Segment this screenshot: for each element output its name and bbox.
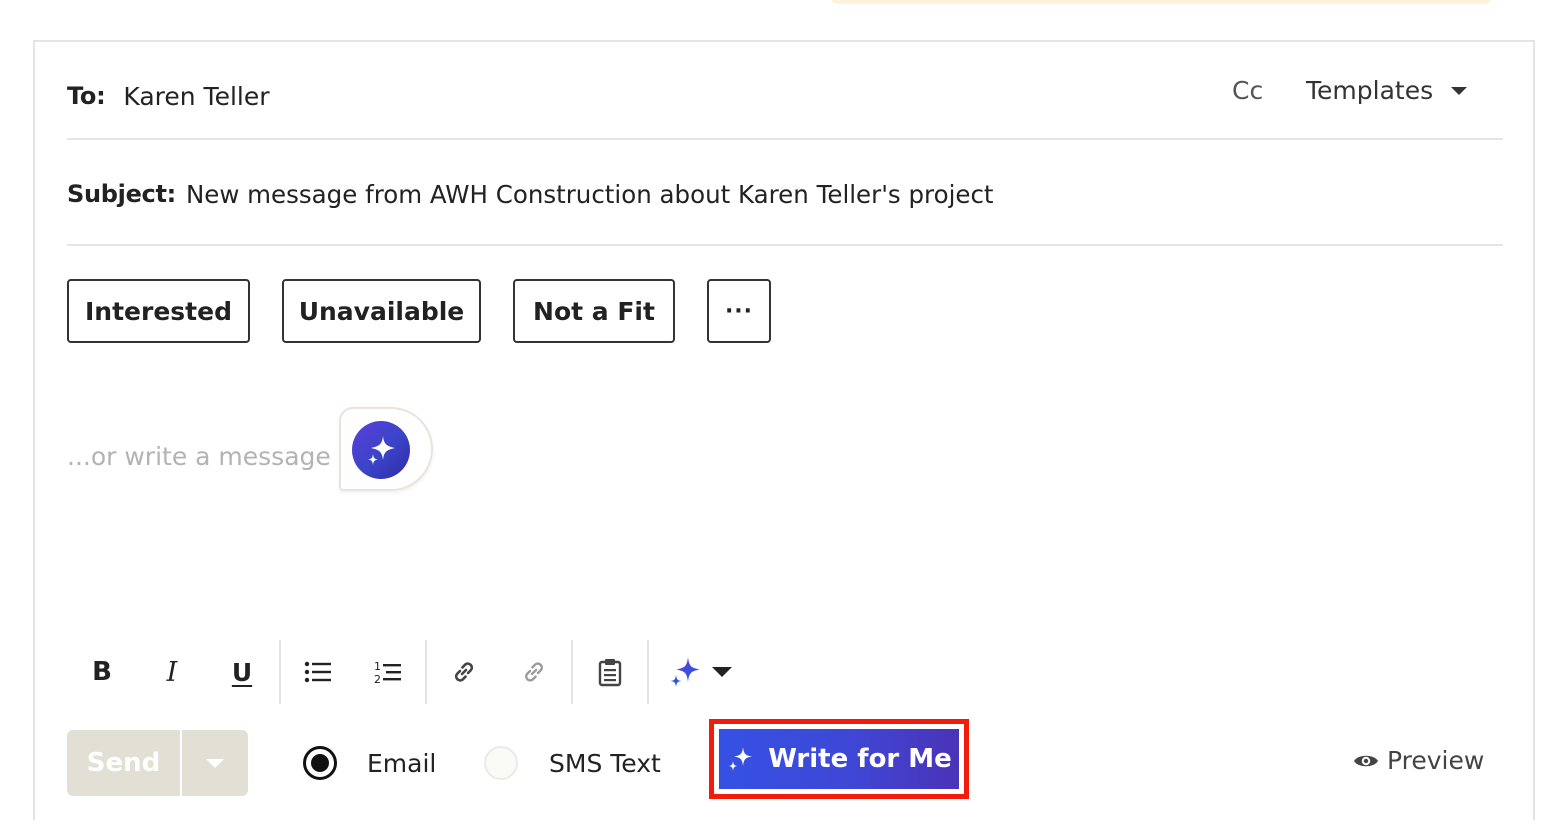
formatting-toolbar: B I U 1 2 <box>67 640 749 704</box>
underline-button[interactable]: U <box>207 640 277 704</box>
bulleted-list-button[interactable] <box>283 640 353 704</box>
preview-button[interactable]: Preview <box>1353 746 1484 775</box>
channel-email-option[interactable]: Email <box>303 746 436 780</box>
send-button[interactable]: Send <box>67 730 180 796</box>
quick-reply-interested[interactable]: Interested <box>67 279 250 343</box>
svg-text:1: 1 <box>374 660 381 673</box>
templates-dropdown[interactable]: Templates <box>1306 76 1468 105</box>
templates-label: Templates <box>1306 76 1434 105</box>
to-recipient[interactable]: Karen Teller <box>123 82 269 111</box>
divider <box>67 138 1503 140</box>
toolbar-divider <box>279 640 281 704</box>
insert-link-button[interactable] <box>429 640 499 704</box>
remove-link-button[interactable] <box>499 640 569 704</box>
unlink-icon <box>525 662 543 682</box>
subject-field[interactable]: New message from AWH Construction about … <box>186 180 994 209</box>
sparkle-icon <box>670 657 700 687</box>
email-radio[interactable] <box>303 746 337 780</box>
italic-button[interactable]: I <box>137 640 207 704</box>
chevron-down-icon <box>1451 86 1468 95</box>
quick-reply-unavailable[interactable]: Unavailable <box>282 279 481 343</box>
ai-tools-dropdown[interactable] <box>651 640 749 704</box>
divider <box>67 244 1503 246</box>
eye-icon <box>1354 755 1378 766</box>
numbered-list-icon: 1 2 <box>374 660 401 685</box>
email-radio-label: Email <box>367 748 437 778</box>
write-for-me-label: Write for Me <box>768 744 952 774</box>
cc-button[interactable]: Cc <box>1232 76 1263 105</box>
quick-reply-not-a-fit[interactable]: Not a Fit <box>513 279 675 343</box>
send-button-group: Send <box>67 730 248 796</box>
bulleted-list-icon <box>304 661 331 683</box>
clipboard-icon <box>598 659 622 687</box>
chevron-down-icon <box>206 758 224 768</box>
toolbar-divider <box>425 640 427 704</box>
sms-radio[interactable] <box>484 746 518 780</box>
sparkle-icon <box>728 747 753 771</box>
subject-label: Subject: <box>67 180 176 208</box>
message-composer: To: Karen Teller Cc Templates Subject: N… <box>33 40 1535 820</box>
to-label: To: <box>67 82 106 110</box>
toolbar-divider <box>647 640 649 704</box>
write-for-me-button[interactable]: Write for Me <box>719 729 959 789</box>
ai-assist-bubble[interactable] <box>339 407 433 491</box>
more-options-button[interactable]: ··· <box>707 279 771 343</box>
write-for-me-highlight: Write for Me <box>709 719 969 799</box>
to-row: To: Karen Teller <box>67 78 270 114</box>
sms-radio-label: SMS Text <box>549 748 661 778</box>
send-options-dropdown[interactable] <box>182 730 248 796</box>
svg-text:2: 2 <box>374 673 381 685</box>
preview-label: Preview <box>1387 746 1485 775</box>
toolbar-divider <box>571 640 573 704</box>
channel-sms-option[interactable]: SMS Text <box>484 746 661 780</box>
chevron-down-icon <box>712 667 732 677</box>
sparkle-icon <box>352 421 410 479</box>
link-icon <box>454 662 474 682</box>
message-body-input[interactable]: ...or write a message <box>67 442 331 471</box>
bold-button[interactable]: B <box>67 640 137 704</box>
top-banner <box>830 0 1492 4</box>
subject-row: Subject: New message from AWH Constructi… <box>67 176 994 212</box>
numbered-list-button[interactable]: 1 2 <box>353 640 423 704</box>
clipboard-button[interactable] <box>575 640 645 704</box>
